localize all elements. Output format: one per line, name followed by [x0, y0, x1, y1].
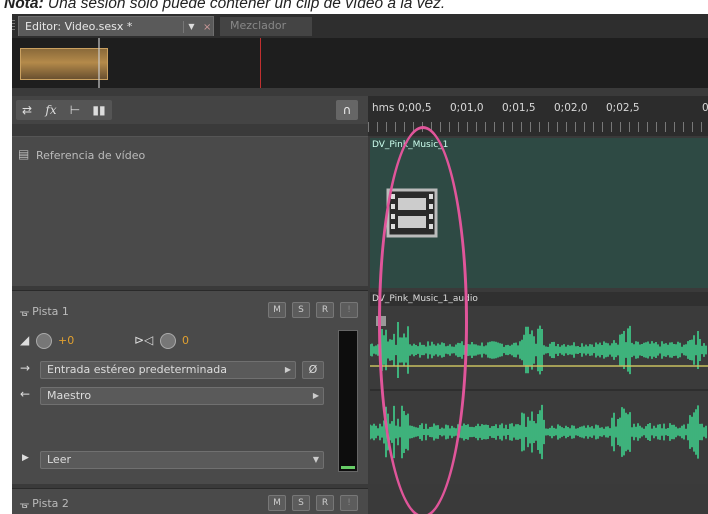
track-1-level-meter: [338, 330, 358, 472]
track-2-header: ᚗ Pista 2 M S R !: [12, 488, 368, 514]
ruler-tick: 0;02,5: [606, 102, 640, 114]
caption-text: Una sesión sólo puede contener un clip d…: [47, 0, 446, 12]
track-tools-group: ⇄ fx ⊢ ▮▮: [16, 100, 112, 120]
video-track-icon: ▤: [18, 147, 30, 161]
caption: Nota: Una sesión sólo puede contener un …: [4, 0, 445, 15]
close-icon[interactable]: ×: [203, 18, 211, 37]
eq-icon[interactable]: ▮▮: [88, 100, 110, 120]
ruler-tick: 0: [702, 102, 708, 114]
mute-button[interactable]: M: [268, 302, 286, 318]
chevron-right-icon: ▶: [284, 365, 291, 374]
tab-mixer[interactable]: Mezclador: [220, 17, 312, 36]
waveform-track-icon: ᚗ: [20, 305, 33, 318]
solo-button[interactable]: S: [292, 302, 310, 318]
highlight-ellipse: [378, 126, 468, 514]
track-2-name-label: Pista 2: [32, 497, 69, 510]
chevron-down-icon: ▼: [312, 455, 319, 464]
record-arm-button[interactable]: R: [316, 302, 334, 318]
pan-value[interactable]: 0: [182, 334, 189, 347]
phase-button[interactable]: Ø: [302, 361, 324, 379]
volume-knob[interactable]: [36, 333, 52, 349]
mute-button[interactable]: M: [268, 495, 286, 511]
video-track-label: Referencia de vídeo: [36, 149, 146, 162]
overview-strip[interactable]: [12, 38, 708, 88]
overview-marker: [98, 38, 100, 88]
output-select[interactable]: Maestro ▶: [40, 387, 324, 405]
chevron-right-icon: ▶: [312, 391, 319, 400]
volume-icon: ◢: [20, 333, 30, 347]
record-arm-button[interactable]: R: [316, 495, 334, 511]
chevron-down-icon[interactable]: ▼: [183, 21, 199, 33]
automation-mode-select[interactable]: Leer ▼: [40, 451, 324, 469]
track-2-name[interactable]: ᚗ Pista 2: [20, 497, 69, 510]
zoom-navigator-thumb[interactable]: [20, 48, 108, 80]
ruler-tick: 0;01,0: [450, 102, 484, 114]
ruler-tick: 0;02,0: [554, 102, 588, 114]
output-arrow-icon: ←: [20, 387, 31, 401]
waveform-track-icon: ᚗ: [20, 497, 33, 510]
tab-mixer-label: Mezclador: [230, 19, 287, 32]
track-1-header: ᚗ Pista 1 M S R ! ◢ +0 ⊳◁ 0 → Entrada es…: [12, 290, 368, 484]
expand-triangle-icon[interactable]: ▶: [22, 453, 29, 463]
pan-knob[interactable]: [160, 333, 176, 349]
headphones-icon[interactable]: ∩: [336, 100, 358, 120]
tab-editor[interactable]: Editor: Video.sesx * ▼ ×: [18, 16, 214, 36]
ruler-tick: 0;01,5: [502, 102, 536, 114]
output-select-value: Maestro: [47, 389, 92, 402]
ruler-unit: hms: [372, 102, 395, 114]
overview-playhead[interactable]: [260, 38, 261, 88]
ruler-tick: 0;00,5: [398, 102, 432, 114]
input-arrow-icon: →: [20, 361, 31, 375]
track-1-name[interactable]: ᚗ Pista 1: [20, 305, 69, 318]
effects-icon[interactable]: fx: [40, 100, 62, 120]
inputs-outputs-icon[interactable]: ⇄: [16, 100, 38, 120]
solo-button[interactable]: S: [292, 495, 310, 511]
caption-bold: Nota:: [4, 0, 44, 12]
tab-editor-label: Editor: Video.sesx *: [25, 20, 133, 33]
video-track-header: ▤ Referencia de vídeo: [12, 136, 368, 286]
monitor-input-button[interactable]: !: [340, 302, 358, 318]
sends-icon[interactable]: ⊢: [64, 100, 86, 120]
tab-bar: Editor: Video.sesx * ▼ × Mezclador: [12, 14, 708, 38]
meter-level: [341, 466, 355, 469]
editor-window: Editor: Video.sesx * ▼ × Mezclador ⇄ fx …: [12, 14, 708, 514]
monitor-input-button[interactable]: !: [340, 495, 358, 511]
panel-grip[interactable]: [12, 20, 15, 32]
track-tools-bar: ⇄ fx ⊢ ▮▮ ∩: [12, 96, 368, 124]
volume-value[interactable]: +0: [58, 334, 74, 347]
input-select-value: Entrada estéreo predeterminada: [47, 363, 227, 376]
track-1-name-label: Pista 1: [32, 305, 69, 318]
pan-icon: ⊳◁: [134, 333, 154, 347]
input-select[interactable]: Entrada estéreo predeterminada ▶: [40, 361, 296, 379]
automation-mode-value: Leer: [47, 453, 71, 466]
